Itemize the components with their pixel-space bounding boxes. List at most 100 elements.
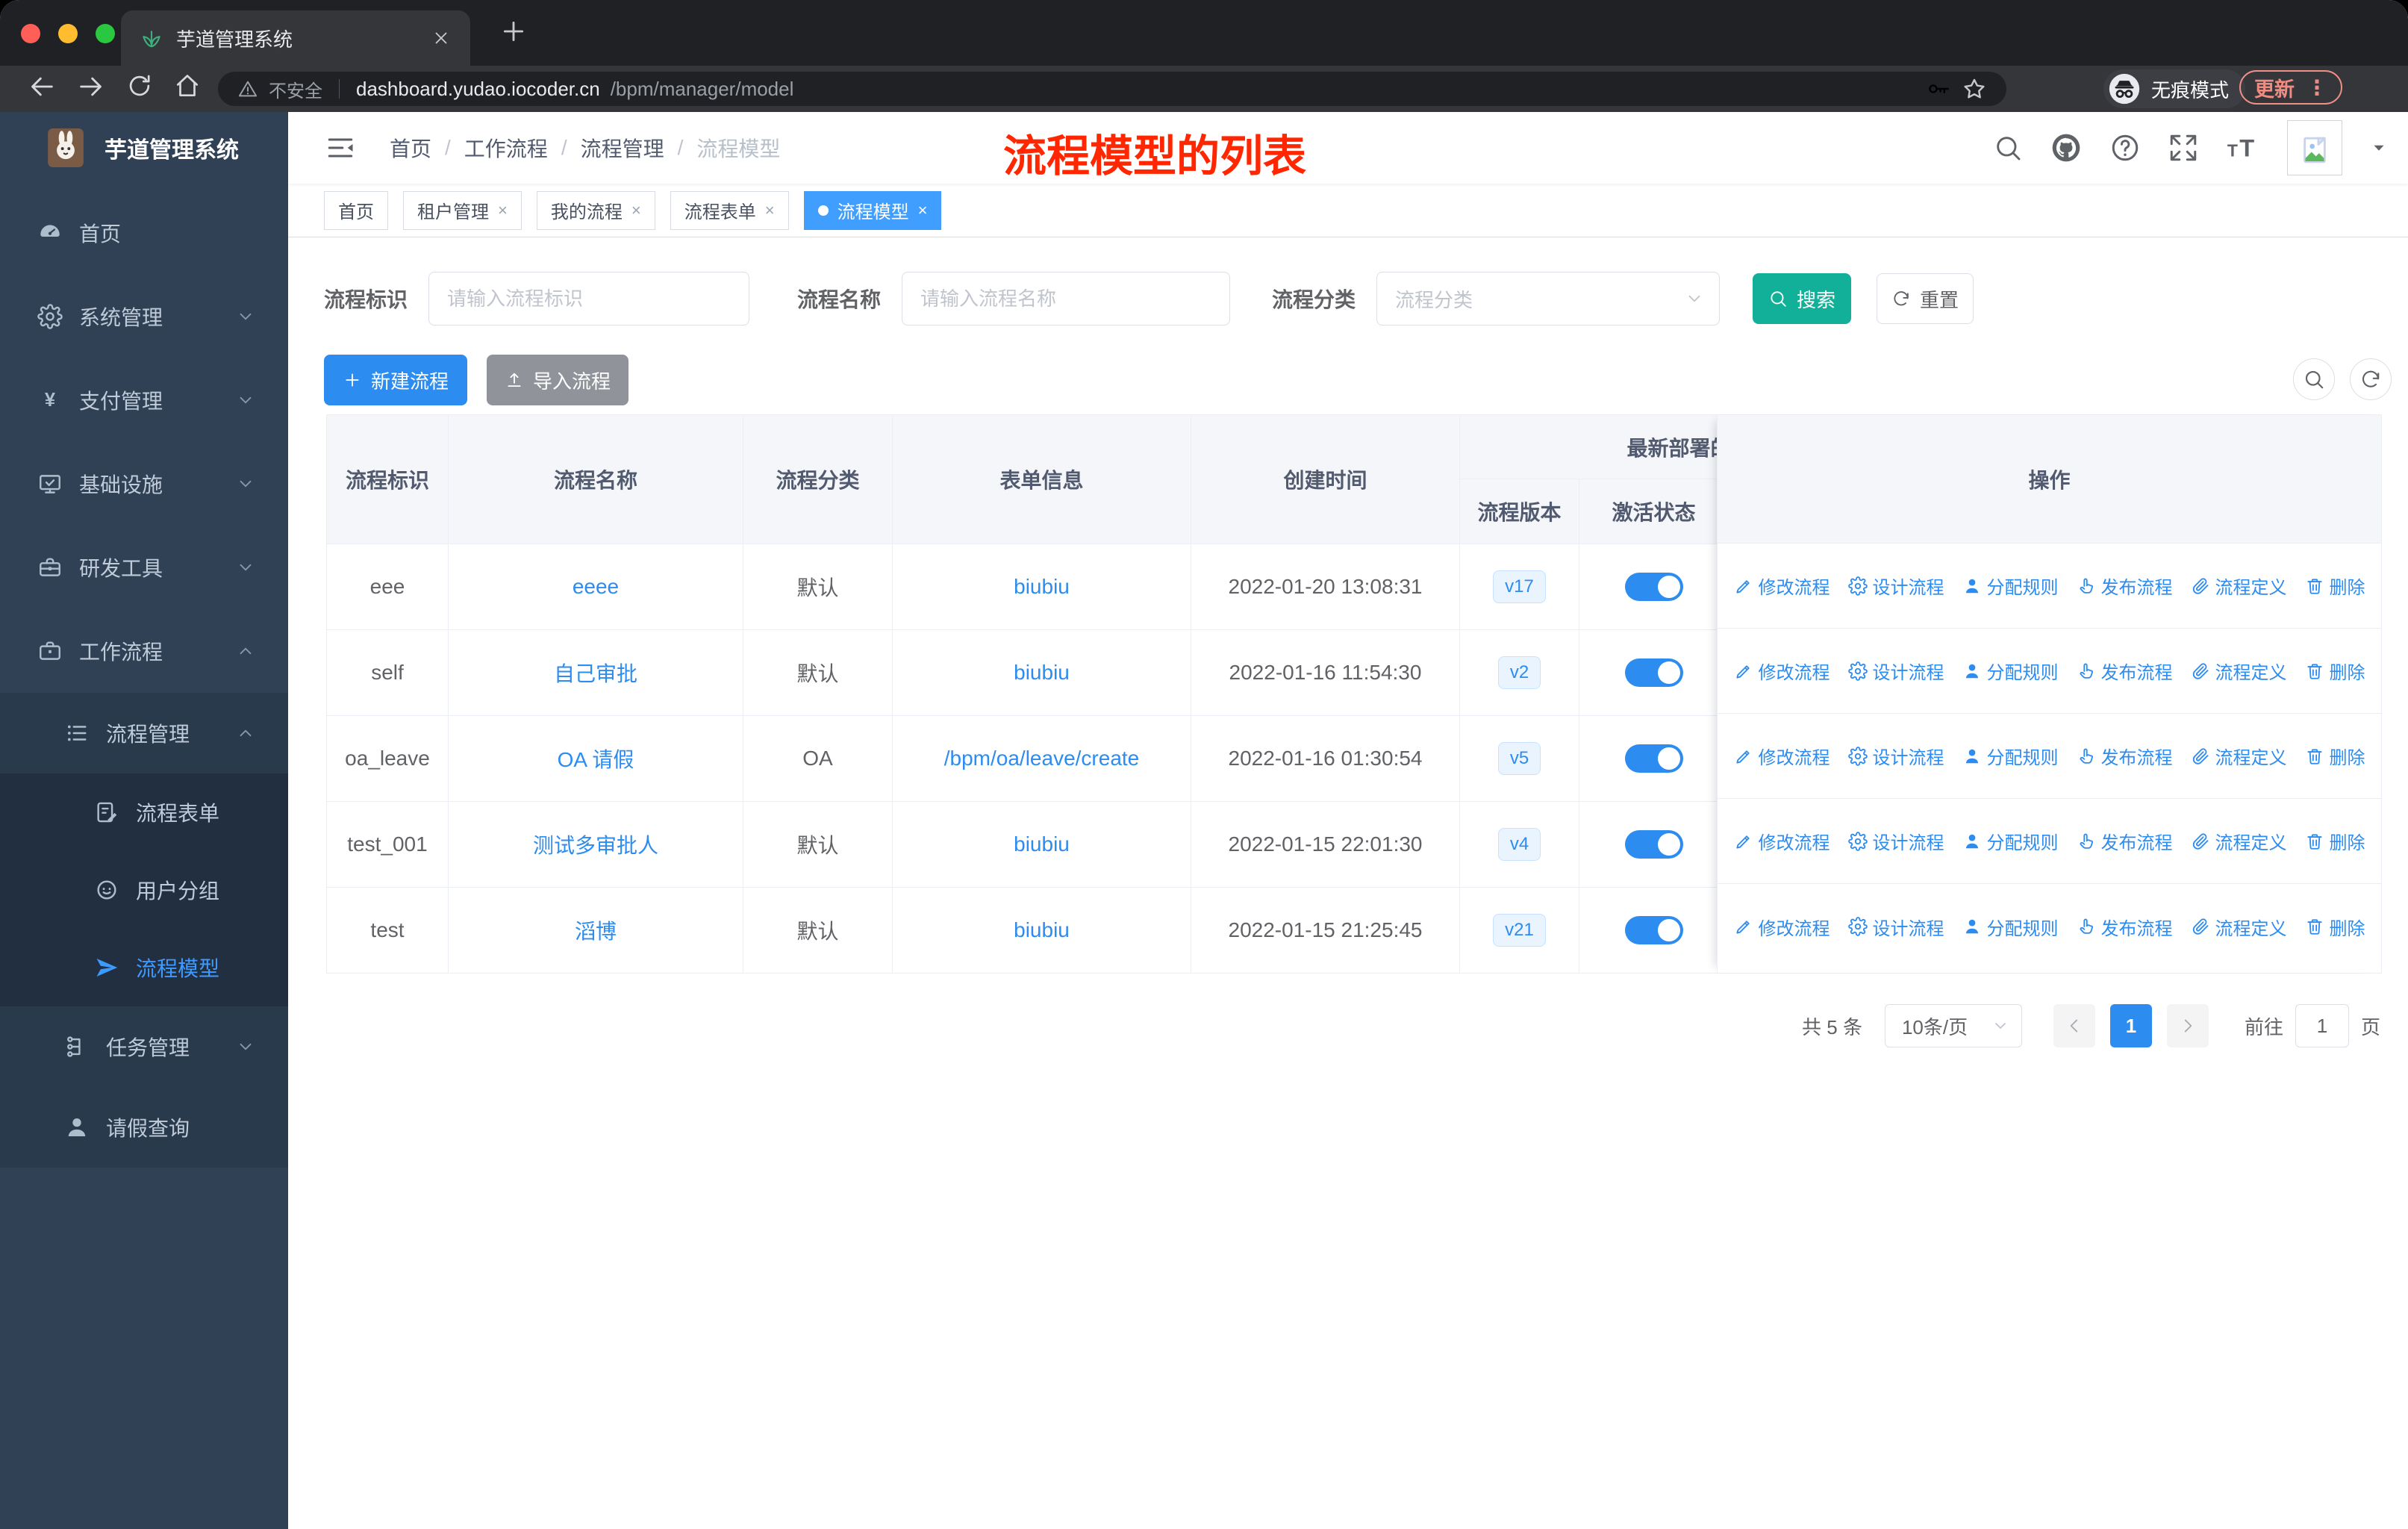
- action-definition-link[interactable]: 流程定义: [2191, 573, 2287, 599]
- process-name-link[interactable]: OA 请假: [558, 744, 634, 773]
- form-info-link[interactable]: biubiu: [1014, 575, 1070, 599]
- font-size-icon[interactable]: TT: [2226, 131, 2260, 165]
- sidebar-item-infrastructure[interactable]: 基础设施: [0, 442, 288, 526]
- star-icon[interactable]: [1962, 76, 1987, 102]
- close-icon[interactable]: ×: [498, 201, 508, 220]
- close-icon[interactable]: ×: [918, 201, 928, 220]
- browser-tab[interactable]: 芋道管理系统: [121, 10, 470, 66]
- browser-menu-icon[interactable]: ⋮: [2306, 75, 2327, 100]
- close-window-button[interactable]: [21, 24, 40, 43]
- sidebar-item-workflow[interactable]: 工作流程: [0, 609, 288, 693]
- active-status-toggle[interactable]: [1624, 830, 1683, 859]
- sidebar-item-devtools[interactable]: 研发工具: [0, 526, 288, 609]
- sidebar-item-process-management[interactable]: 流程管理: [0, 693, 288, 773]
- address-bar[interactable]: 不安全 dashboard.yudao.iocoder.cn/bpm/manag…: [218, 72, 2006, 106]
- close-icon[interactable]: ×: [765, 201, 775, 220]
- tab-close-icon[interactable]: [431, 28, 451, 48]
- action-modify-link[interactable]: 修改流程: [1734, 658, 1830, 684]
- form-info-link[interactable]: /bpm/oa/leave/create: [944, 747, 1140, 770]
- active-status-toggle[interactable]: [1624, 658, 1683, 687]
- close-icon[interactable]: ×: [631, 201, 641, 220]
- action-delete-link[interactable]: 删除: [2305, 658, 2365, 684]
- sidebar-collapse-icon[interactable]: [324, 131, 357, 164]
- action-definition-link[interactable]: 流程定义: [2191, 828, 2287, 854]
- action-assign-rule-link[interactable]: 分配规则: [1962, 828, 2059, 854]
- create-process-button[interactable]: 新建流程: [324, 355, 467, 405]
- action-modify-link[interactable]: 修改流程: [1734, 573, 1830, 599]
- search-icon[interactable]: [1993, 133, 2023, 163]
- action-modify-link[interactable]: 修改流程: [1734, 743, 1830, 769]
- back-icon[interactable]: [27, 72, 57, 102]
- action-assign-rule-link[interactable]: 分配规则: [1962, 658, 2059, 684]
- breadcrumb-item[interactable]: 工作流程: [464, 133, 548, 163]
- process-name-link[interactable]: 测试多审批人: [533, 829, 658, 859]
- page-1-button[interactable]: 1: [2109, 1004, 2152, 1047]
- process-name-link[interactable]: 自己审批: [554, 658, 637, 688]
- tab-process-form[interactable]: 流程表单 ×: [670, 190, 789, 230]
- github-icon[interactable]: [2050, 131, 2083, 164]
- tab-process-model[interactable]: 流程模型 ×: [803, 190, 942, 230]
- sidebar-item-user-group[interactable]: 用户分组: [0, 851, 288, 929]
- key-icon[interactable]: [1926, 76, 1951, 102]
- breadcrumb-item[interactable]: 首页: [390, 133, 431, 163]
- sidebar-item-system[interactable]: 系统管理: [0, 275, 288, 358]
- forward-icon[interactable]: [76, 72, 106, 102]
- action-definition-link[interactable]: 流程定义: [2191, 658, 2287, 684]
- action-assign-rule-link[interactable]: 分配规则: [1962, 914, 2059, 940]
- prev-page-button[interactable]: [2053, 1004, 2095, 1047]
- help-icon[interactable]: [2109, 132, 2141, 164]
- action-modify-link[interactable]: 修改流程: [1734, 828, 1830, 854]
- action-publish-link[interactable]: 发布流程: [2077, 743, 2173, 769]
- action-design-link[interactable]: 设计流程: [1847, 743, 1944, 769]
- action-publish-link[interactable]: 发布流程: [2077, 573, 2173, 599]
- action-delete-link[interactable]: 删除: [2305, 743, 2365, 769]
- sidebar-item-task-management[interactable]: 任务管理: [0, 1006, 288, 1087]
- security-label[interactable]: 不安全: [269, 76, 322, 102]
- process-name-link[interactable]: 滔博: [575, 915, 617, 945]
- browser-update-button[interactable]: 更新 ⋮: [2239, 70, 2342, 105]
- sidebar-logo-row[interactable]: 芋道管理系统: [0, 112, 288, 184]
- action-design-link[interactable]: 设计流程: [1847, 828, 1944, 854]
- goto-page-input[interactable]: [2295, 1004, 2349, 1047]
- form-info-link[interactable]: biubiu: [1014, 918, 1070, 942]
- process-category-select[interactable]: 流程分类: [1376, 272, 1721, 326]
- action-design-link[interactable]: 设计流程: [1847, 573, 1944, 599]
- home-icon[interactable]: [173, 72, 202, 100]
- hide-search-button[interactable]: [2293, 358, 2335, 400]
- sidebar-item-payment[interactable]: ¥ 支付管理: [0, 358, 288, 442]
- import-process-button[interactable]: 导入流程: [487, 355, 628, 405]
- tab-my-process[interactable]: 我的流程 ×: [536, 190, 655, 230]
- action-modify-link[interactable]: 修改流程: [1734, 914, 1830, 940]
- reload-icon[interactable]: [125, 72, 154, 100]
- sidebar-item-home[interactable]: 首页: [0, 191, 288, 275]
- active-status-toggle[interactable]: [1624, 573, 1683, 601]
- fullscreen-icon[interactable]: [2168, 132, 2199, 164]
- active-status-toggle[interactable]: [1624, 744, 1683, 773]
- action-assign-rule-link[interactable]: 分配规则: [1962, 743, 2059, 769]
- action-definition-link[interactable]: 流程定义: [2191, 914, 2287, 940]
- avatar[interactable]: [2287, 120, 2342, 175]
- action-publish-link[interactable]: 发布流程: [2077, 658, 2173, 684]
- process-name-input[interactable]: [902, 272, 1231, 326]
- page-size-select[interactable]: 10条/页: [1884, 1004, 2022, 1047]
- form-info-link[interactable]: biubiu: [1014, 661, 1070, 685]
- action-delete-link[interactable]: 删除: [2305, 573, 2365, 599]
- process-name-link[interactable]: eeee: [573, 575, 619, 599]
- new-tab-button[interactable]: [499, 16, 528, 46]
- action-delete-link[interactable]: 删除: [2305, 828, 2365, 854]
- search-button[interactable]: 搜索: [1753, 273, 1852, 324]
- form-info-link[interactable]: biubiu: [1014, 832, 1070, 856]
- tab-tenant[interactable]: 租户管理 ×: [403, 190, 522, 230]
- next-page-button[interactable]: [2166, 1004, 2209, 1047]
- tab-home[interactable]: 首页: [324, 190, 388, 230]
- sidebar-item-leave-query[interactable]: 请假查询: [0, 1087, 288, 1168]
- action-design-link[interactable]: 设计流程: [1847, 914, 1944, 940]
- action-assign-rule-link[interactable]: 分配规则: [1962, 573, 2059, 599]
- breadcrumb-item[interactable]: 流程管理: [581, 133, 664, 163]
- caret-down-icon[interactable]: [2369, 138, 2389, 158]
- action-delete-link[interactable]: 删除: [2305, 914, 2365, 940]
- action-design-link[interactable]: 设计流程: [1847, 658, 1944, 684]
- active-status-toggle[interactable]: [1624, 916, 1683, 944]
- action-definition-link[interactable]: 流程定义: [2191, 743, 2287, 769]
- minimize-window-button[interactable]: [58, 24, 78, 43]
